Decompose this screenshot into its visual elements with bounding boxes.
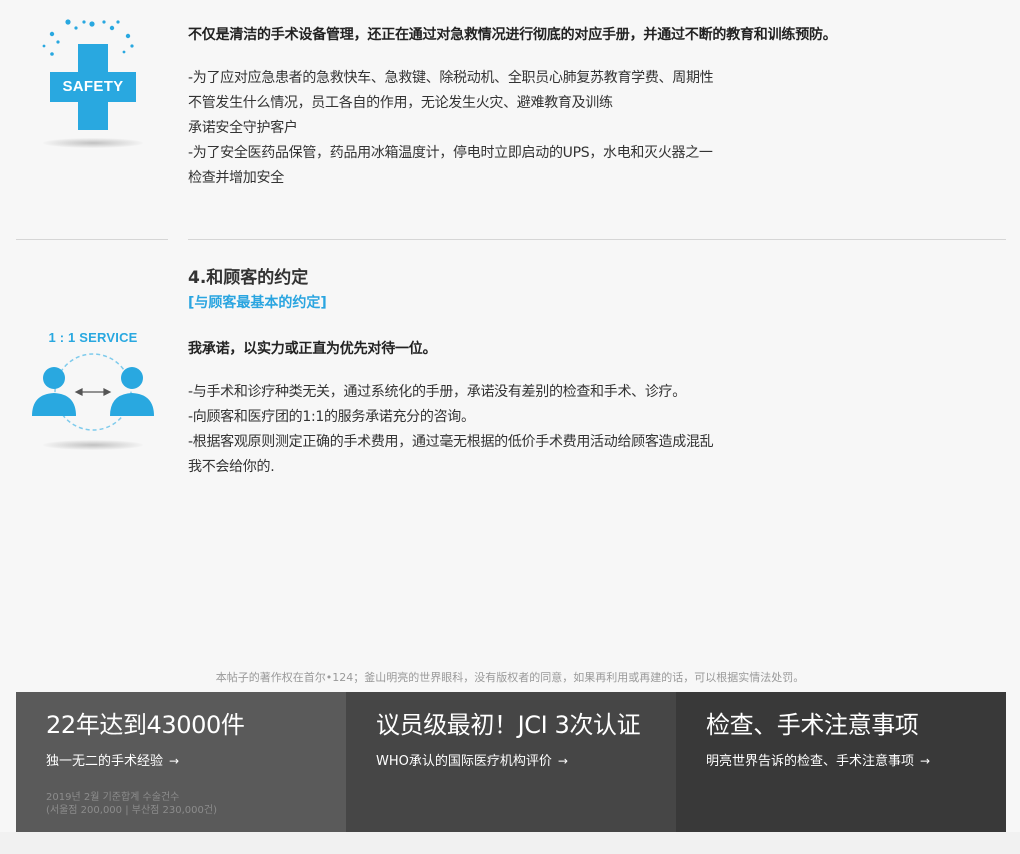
- service-paragraph: -与手术和诊疗种类无关，通过系统化的手册，承诺没有差别的检查和手术、诊疗。 -向…: [188, 380, 988, 480]
- safety-lead: 不仅是清洁的手术设备管理，还正在通过对急救情况进行彻底的对应手册，并通过不断的教…: [188, 27, 837, 43]
- card-note-line: (서울점 200,000 | 부산점 230,000건): [46, 805, 217, 816]
- safety-content: 不仅是清洁的手术设备管理，还正在通过对急救情况进行彻底的对应手册，并通过不断的教…: [188, 22, 988, 191]
- service-line: 我不会给你的.: [188, 459, 275, 475]
- service-icon-shadow: [43, 440, 143, 450]
- service-icon-wrap: 1 : 1 SERVICE: [28, 326, 158, 456]
- card-note: 2019년 2월 기준합계 수술건수 (서울점 200,000 | 부산점 23…: [46, 791, 346, 817]
- safety-line: 不管发生什么情况，员工各自的作用，无论发生火灾、避难教育及训练: [188, 95, 613, 111]
- card-link-label: 独一无二的手术经验: [46, 754, 164, 769]
- safety-section: SAFETY 不仅是清洁的手术设备管理，还正在通过对急救情况进行彻底的对应手册，…: [0, 0, 1020, 240]
- footer-cards: 22年达到43000件 独一无二的手术经验 → 2019년 2월 기준합계 수술건…: [16, 692, 1006, 832]
- arrow-right-icon: →: [557, 754, 568, 768]
- service-section: 1 : 1 SERVICE 4.和顾客的约定 [与顾客最基本的约定] 我承诺，以…: [0, 240, 1020, 660]
- card-link-label: 明亮世界告诉的检查、手术注意事项: [706, 754, 915, 769]
- jci-link[interactable]: WHO承认的国际医疗机构评价 →: [376, 752, 568, 771]
- arrow-right-icon: →: [169, 754, 180, 768]
- arrow-right-icon: →: [920, 754, 931, 768]
- service-content: 4.和顾客的约定 [与顾客最基本的约定] 我承诺，以实力或正直为优先对待一位。 …: [188, 264, 988, 480]
- footer-card-precautions: 检查、手术注意事项 明亮世界告诉的检查、手术注意事项 →: [676, 692, 1006, 832]
- service-line: -根据客观原则测定正确的手术费用，通过毫无根据的低价手术费用活动给顾客造成混乱: [188, 434, 714, 450]
- service-line: -与手术和诊疗种类无关，通过系统化的手册，承诺没有差别的检查和手术、诊疗。: [188, 384, 686, 400]
- safety-line: -为了安全医药品保管，药品用冰箱温度计，停电时立即启动的UPS，水电和灭火器之一: [188, 145, 713, 161]
- service-line: -向顾客和医疗团的1:1的服务承诺充分的咨询。: [188, 409, 475, 425]
- card-title: 议员级最初！JCI 3次认证: [376, 711, 641, 739]
- service-icon-label: 1 : 1 SERVICE: [48, 330, 138, 345]
- card-title: 检查、手术注意事项: [706, 711, 919, 739]
- copyright-notice: 本帖子的著作权在首尔•124；釜山明亮的世界眼科，没有版权者的同意，如果再利用或…: [215, 671, 805, 684]
- card-link-label: WHO承认的国际医疗机构评价: [376, 754, 552, 769]
- safety-line: 检查并增加安全: [188, 170, 284, 186]
- service-subtitle: [与顾客最基本的约定]: [188, 295, 327, 311]
- precautions-link[interactable]: 明亮世界告诉的检查、手术注意事项 →: [706, 752, 930, 771]
- card-note-line: 2019년 2월 기준합계 수술건수: [46, 792, 180, 803]
- safety-icon-wrap: SAFETY: [28, 14, 158, 154]
- surgery-experience-link[interactable]: 独一无二的手术经验 →: [46, 752, 179, 771]
- footer-card-surgery-experience: 22年达到43000件 独一无二的手术经验 → 2019년 2월 기준합계 수술건…: [16, 692, 346, 832]
- service-lead: 我承诺，以实力或正直为优先对待一位。: [188, 341, 437, 357]
- safety-cross-icon: [42, 19, 136, 130]
- safety-line: -为了应对应急患者的急救快车、急救键、除税动机、全职员心肺复苏教育学费、周期性: [188, 70, 714, 86]
- safety-paragraph: -为了应对应急患者的急救快车、急救键、除税动机、全职员心肺复苏教育学费、周期性 …: [188, 66, 988, 191]
- safety-line: 承诺安全守护客户: [188, 120, 298, 136]
- safety-icon-shadow: [43, 138, 143, 148]
- card-title: 22年达到43000件: [46, 711, 245, 739]
- service-title: 4.和顾客的约定: [188, 268, 309, 288]
- people-icon: [32, 353, 154, 431]
- safety-icon-label: SAFETY: [62, 78, 124, 95]
- footer-card-jci: 议员级最初！JCI 3次认证 WHO承认的国际医疗机构评价 →: [346, 692, 676, 832]
- bottom-strip: [0, 832, 1020, 854]
